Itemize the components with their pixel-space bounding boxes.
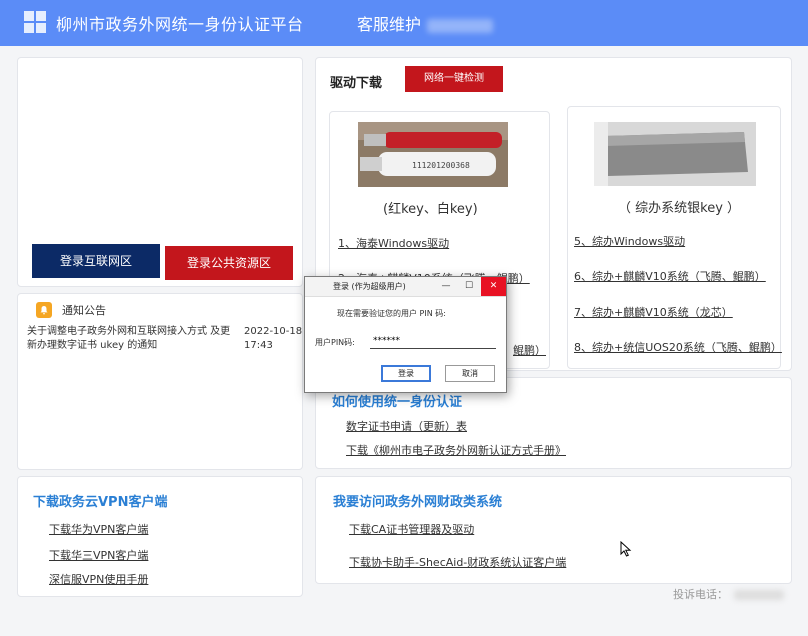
finance-panel: 我要访问政务外网财政类系统 下载CA证书管理器及驱动 下载协卡助手-ShecAi… bbox=[315, 476, 792, 584]
manual-download-link[interactable]: 下载《柳州市电子政务外网新认证方式手册》 bbox=[346, 442, 566, 458]
how-to-title: 如何使用统一身份认证 bbox=[332, 395, 463, 410]
app-header: 柳州市政务外网统一身份认证平台 客服维护 bbox=[0, 0, 808, 46]
dialog-cancel-button[interactable]: 取消 bbox=[445, 365, 495, 382]
dialog-message: 现在需要验证您的用户 PIN 码: bbox=[337, 309, 446, 318]
driver-title: 驱动下载 bbox=[330, 76, 383, 91]
notice-item-date: 2022-10-18 17:43 bbox=[244, 326, 303, 351]
support-info: 客服维护 bbox=[357, 11, 494, 35]
vpn-panel: 下载政务云VPN客户端 下载华为VPN客户端 下载华三VPN客户端 深信服VPN… bbox=[17, 476, 303, 597]
pin-label: 用户PIN码: bbox=[315, 338, 355, 347]
ca-manager-link[interactable]: 下载CA证书管理器及驱动 bbox=[349, 521, 474, 537]
dialog-titlebar[interactable]: 登录 (作为超级用户) — ☐ ✕ bbox=[305, 277, 506, 297]
vpn-title: 下载政务云VPN客户端 bbox=[33, 495, 168, 510]
login-panel: 登录互联网区 登录公共资源区 bbox=[17, 57, 303, 287]
card-caption: （ 综办系统银key ） bbox=[618, 201, 741, 216]
driver-link-zongban-kylin-loongson[interactable]: 7、综办+麒麟V10系统（龙芯） bbox=[574, 304, 733, 320]
redacted-phone bbox=[734, 590, 784, 600]
driver-link-haitai-partial[interactable]: 鲲鹏） bbox=[513, 342, 546, 358]
page-title: 柳州市政务外网统一身份认证平台 bbox=[56, 15, 304, 34]
mouse-cursor-icon bbox=[620, 541, 632, 557]
driver-link-zongban-windows[interactable]: 5、综办Windows驱动 bbox=[574, 233, 685, 249]
support-label: 客服维护 bbox=[357, 15, 422, 34]
grid-logo-icon bbox=[24, 11, 46, 33]
notice-title: 通知公告 bbox=[62, 304, 106, 317]
dialog-login-button[interactable]: 登录 bbox=[381, 365, 431, 382]
maximize-icon[interactable]: ☐ bbox=[458, 277, 480, 296]
network-check-button[interactable]: 网络一键检测 bbox=[405, 66, 503, 92]
close-icon[interactable]: ✕ bbox=[481, 277, 506, 296]
redacted-phone bbox=[427, 18, 494, 33]
bell-icon bbox=[36, 302, 52, 318]
driver-link-zongban-uos[interactable]: 8、综办+统信UOS20系统（飞腾、鲲鹏） bbox=[574, 339, 782, 355]
notice-header: 通知公告 bbox=[36, 302, 106, 318]
minimize-icon[interactable]: — bbox=[435, 277, 457, 296]
notice-panel: 通知公告 关于调整电子政务外网和互联网接入方式 及更新办理数字证书 ukey 的… bbox=[17, 293, 303, 470]
driver-link-haitai-windows[interactable]: 1、海泰Windows驱动 bbox=[338, 235, 449, 251]
card-caption: (红key、白key) bbox=[383, 202, 478, 217]
login-public-resource-button[interactable]: 登录公共资源区 bbox=[165, 246, 293, 280]
complaint-phone: 投诉电话： bbox=[673, 586, 784, 602]
notice-item-link[interactable]: 关于调整电子政务外网和互联网接入方式 及更新办理数字证书 ukey 的通知 bbox=[27, 325, 235, 353]
complaint-label: 投诉电话： bbox=[673, 588, 728, 601]
key-serial-text: 111201200368 bbox=[412, 161, 470, 170]
pin-input[interactable] bbox=[370, 333, 496, 349]
login-internet-button[interactable]: 登录互联网区 bbox=[32, 244, 160, 278]
silver-key-photo-icon bbox=[594, 122, 756, 186]
pin-login-dialog: 登录 (作为超级用户) — ☐ ✕ 现在需要验证您的用户 PIN 码: 用户PI… bbox=[304, 276, 507, 393]
driver-card-silver-key: （ 综办系统银key ） 5、综办Windows驱动 6、综办+麒麟V10系统（… bbox=[567, 106, 782, 369]
shecaid-client-link[interactable]: 下载协卡助手-ShecAid-财政系统认证客户端 bbox=[349, 554, 566, 570]
cert-application-link[interactable]: 数字证书申请（更新）表 bbox=[346, 418, 467, 434]
dialog-title: 登录 (作为超级用户) bbox=[333, 282, 406, 291]
sangfor-vpn-manual-link[interactable]: 深信服VPN使用手册 bbox=[49, 571, 148, 587]
driver-link-zongban-kylin-feiteng[interactable]: 6、综办+麒麟V10系统（飞腾、鲲鹏） bbox=[574, 268, 766, 284]
huawei-vpn-link[interactable]: 下载华为VPN客户端 bbox=[49, 521, 148, 537]
h3c-vpn-link[interactable]: 下载华三VPN客户端 bbox=[49, 547, 148, 563]
finance-title: 我要访问政务外网财政类系统 bbox=[333, 495, 503, 510]
usb-key-photo-icon: 111201200368 bbox=[358, 122, 508, 187]
